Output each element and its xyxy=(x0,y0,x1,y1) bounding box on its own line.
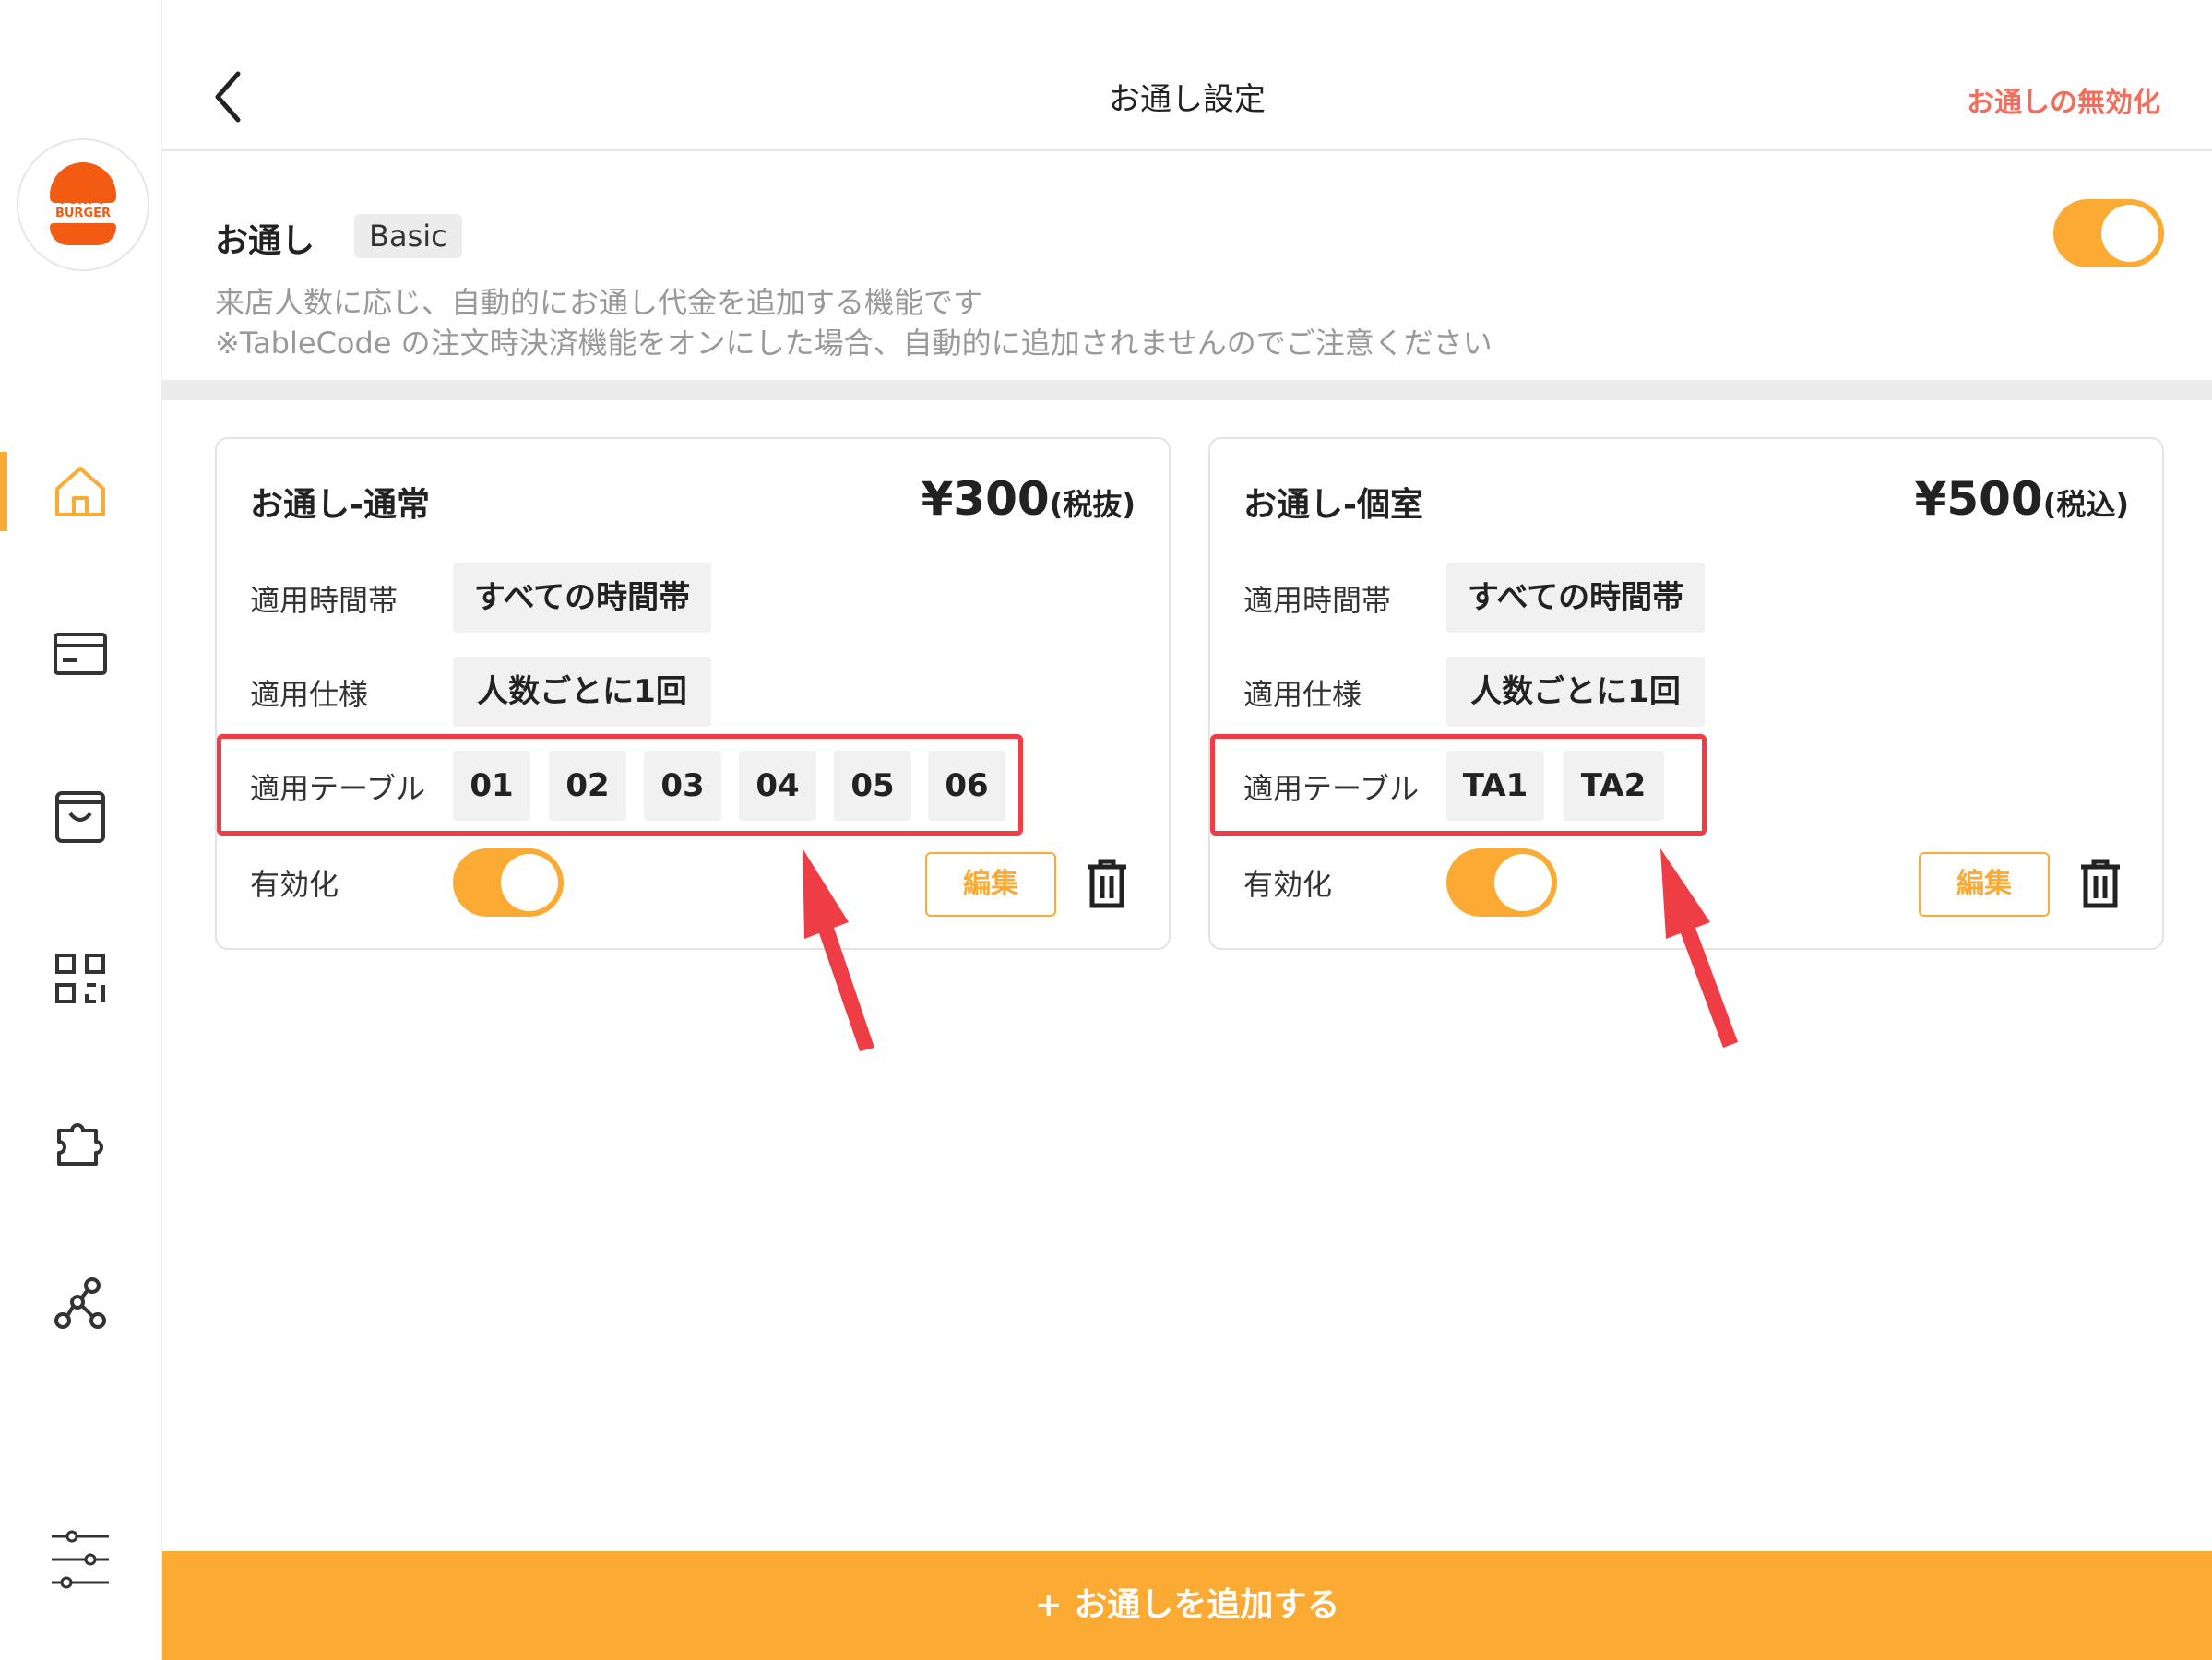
tables-label: 適用テーブル xyxy=(250,771,426,806)
table-chip: 02 xyxy=(549,751,626,821)
price-amount: ¥500 xyxy=(1914,472,2043,526)
otoshi-card-regular: お通し-通常 ¥300(税抜) 適用時間帯 すべての時間帯 適用仕様 人数ごとに… xyxy=(215,437,1171,950)
section-divider xyxy=(162,380,2212,400)
brand-logo: FUNFO BURGER xyxy=(17,138,149,271)
table-chip: 01 xyxy=(453,751,530,821)
enabled-label: 有効化 xyxy=(250,867,339,902)
table-chip: 06 xyxy=(928,751,1005,821)
shop-bag-icon[interactable] xyxy=(50,786,111,847)
time-label: 適用時間帯 xyxy=(250,583,398,618)
logo-text-line2: BURGER xyxy=(54,207,112,220)
logo-bun-bottom xyxy=(50,223,116,245)
network-icon[interactable] xyxy=(50,1273,111,1334)
description-line-2: ※TableCode の注文時決済機能をオンにした場合、自動的に追加されませんの… xyxy=(215,326,1493,361)
spec-value: 人数ごとに1回 xyxy=(453,657,711,727)
annotation-arrow-icon xyxy=(803,848,874,1051)
disable-otoshi-link[interactable]: お通しの無効化 xyxy=(1967,79,2160,120)
enabled-toggle[interactable] xyxy=(453,848,564,917)
edit-button[interactable]: 編集 xyxy=(1919,852,2050,917)
nav-active-indicator xyxy=(0,452,7,531)
spec-value: 人数ごとに1回 xyxy=(1446,657,1705,727)
add-otoshi-button[interactable]: + お通しを追加する xyxy=(162,1551,2212,1660)
trash-icon[interactable] xyxy=(2077,858,2123,909)
table-chip: TA1 xyxy=(1446,751,1544,821)
description-line-1: 来店人数に応じ、自動的にお通し代金を追加する機能です xyxy=(215,285,983,320)
sidebar: FUNFO BURGER xyxy=(0,0,162,1660)
price-tax-note: (税抜) xyxy=(1049,487,1136,522)
sliders-icon[interactable] xyxy=(50,1529,111,1590)
spec-label: 適用仕様 xyxy=(250,677,369,712)
enabled-label: 有効化 xyxy=(1243,867,1333,902)
time-value: すべての時間帯 xyxy=(453,563,711,633)
card-price: ¥300(税抜) xyxy=(922,472,1136,526)
trash-icon[interactable] xyxy=(1084,858,1130,909)
table-chip: TA2 xyxy=(1563,751,1664,821)
annotation-arrow-icon xyxy=(1660,848,1738,1048)
time-label: 適用時間帯 xyxy=(1243,583,1392,618)
card-price: ¥500(税込) xyxy=(1915,472,2129,526)
home-icon[interactable] xyxy=(50,461,111,522)
card-title: お通し-個室 xyxy=(1243,486,1423,524)
page-title: お通し設定 xyxy=(1109,81,1266,118)
otoshi-master-toggle[interactable] xyxy=(2053,199,2164,267)
table-chip: 03 xyxy=(644,751,721,821)
section-title: お通し xyxy=(215,222,315,260)
enabled-toggle[interactable] xyxy=(1446,848,1557,917)
tables-label: 適用テーブル xyxy=(1243,771,1420,806)
card-icon[interactable] xyxy=(50,623,111,684)
logo-text-line1: FUNFO xyxy=(59,194,107,208)
puzzle-icon[interactable] xyxy=(50,1110,111,1171)
table-chip: 04 xyxy=(739,751,816,821)
spec-label: 適用仕様 xyxy=(1243,677,1362,712)
price-tax-note: (税込) xyxy=(2042,487,2129,522)
section-description: 来店人数に応じ、自動的にお通し代金を追加する機能です ※TableCode の注… xyxy=(215,282,1493,363)
card-title: お通し-通常 xyxy=(250,486,430,524)
edit-button[interactable]: 編集 xyxy=(925,852,1056,917)
toggle-switch[interactable] xyxy=(2053,199,2164,267)
qr-code-icon[interactable] xyxy=(50,948,111,1009)
plan-badge: Basic xyxy=(354,214,462,258)
price-amount: ¥300 xyxy=(921,472,1050,526)
table-chip: 05 xyxy=(834,751,911,821)
top-header: お通し設定 お通しの無効化 xyxy=(162,0,2212,151)
time-value: すべての時間帯 xyxy=(1446,563,1705,633)
